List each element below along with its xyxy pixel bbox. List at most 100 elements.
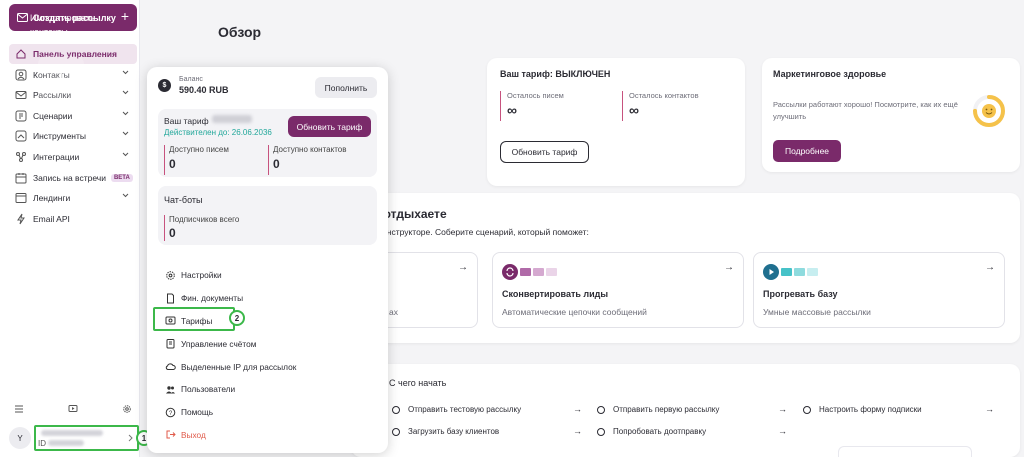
task-label: Попробовать доотправку — [613, 427, 707, 436]
subscribers-stat: Подписчиков всего 0 — [164, 215, 239, 241]
chevron-down-icon — [122, 111, 129, 115]
home-icon — [16, 49, 26, 59]
subscribers-label: Подписчиков всего — [169, 215, 240, 224]
marketing-health-card: Маркетинговое здоровье Рассылки работают… — [762, 58, 1020, 172]
sidebar-item-tools[interactable]: Инструменты — [9, 126, 137, 146]
available-emails-label: Доступно писем — [169, 145, 229, 154]
import-contacts-line2: контакты — [30, 27, 68, 37]
avatar[interactable]: Y — [9, 427, 31, 449]
tariff-valid-until: Действителен до: 26.06.2036 — [164, 128, 272, 137]
task-setup-form[interactable]: Настроить форму подписки — [803, 405, 922, 414]
user-id-label: ID — [38, 439, 46, 448]
update-tariff-button[interactable]: Обновить тариф — [288, 116, 371, 137]
user-account-button[interactable]: ID — [34, 425, 139, 451]
available-emails-stat: Доступно писем 0 — [164, 145, 229, 175]
task-label: Отправить тестовую рассылку — [408, 405, 522, 414]
menu-item-help[interactable]: ? Помощь — [165, 401, 375, 424]
calendar-icon — [15, 172, 27, 184]
menu-item-label: Управление счётом — [181, 338, 257, 349]
menu-item-logout[interactable]: Выход — [165, 424, 375, 447]
sidebar-item-integrations[interactable]: Интеграции — [9, 147, 137, 167]
arrow-right-icon[interactable]: → — [573, 404, 582, 414]
sidebar-item-label: Инструменты — [33, 131, 87, 142]
scenarios-card: ы отдыхаете м конструкторе. Соберите сце… — [350, 193, 1020, 343]
task-label: Настроить форму подписки — [819, 405, 922, 414]
task-send-first[interactable]: Отправить первую рассылку — [597, 405, 719, 414]
scenario-tile-warm-base[interactable]: → Прогревать базу Умные массовые рассылк… — [753, 252, 1005, 328]
menu-item-settings[interactable]: Настройки — [165, 264, 375, 287]
envelope-icon — [546, 268, 557, 276]
sidebar-item-label: Интеграции — [33, 151, 80, 162]
users-icon — [166, 386, 175, 394]
chevron-down-icon — [122, 70, 129, 74]
floating-widget-edge — [838, 446, 972, 457]
scenario-desc: Умные массовые рассылки — [763, 307, 871, 317]
sidebar-item-scenarios[interactable]: Сценарии — [9, 106, 137, 126]
collapse-sidebar-icon[interactable] — [14, 404, 24, 414]
health-title: Маркетинговое здоровье — [773, 69, 887, 79]
step-marker-2: 2 — [229, 310, 245, 326]
arrow-right-icon[interactable]: → — [985, 404, 994, 414]
scenario-tile-convert-leads[interactable]: → Сконвертировать лиды Автоматические це… — [492, 252, 744, 328]
menu-item-dedicated-ip[interactable]: Выделенные IP для рассылок — [165, 355, 375, 378]
balance-label: Баланс — [179, 76, 203, 83]
arrow-right-icon: → — [985, 262, 995, 273]
circle-icon — [597, 405, 605, 414]
top-up-button[interactable]: Пополнить — [315, 77, 377, 98]
menu-item-label: Пользователи — [181, 384, 236, 395]
video-icon[interactable] — [68, 404, 78, 414]
envelope-icon — [533, 268, 544, 276]
account-menu: Настройки Фин. документы Тарифы Управлен… — [165, 264, 375, 446]
account-dropdown: $ Баланс 590.40 RUB Пополнить Ваш тариф … — [147, 67, 388, 453]
getting-started-title: С чего начать — [389, 378, 447, 388]
user-email-redacted — [41, 430, 103, 436]
balance-row: $ Баланс 590.40 RUB — [158, 76, 229, 95]
arrow-right-icon: → — [458, 262, 468, 273]
scenario-title: Сконвертировать лиды — [502, 289, 609, 299]
scenario-desc: ах — [389, 307, 398, 317]
sidebar-bottom-toolbar — [14, 404, 132, 414]
sidebar-item-email-api[interactable]: Email API — [9, 209, 137, 229]
tools-icon — [15, 130, 27, 142]
gear-icon[interactable] — [122, 404, 132, 414]
sidebar-item-landings[interactable]: Лендинги — [9, 188, 137, 208]
contacts-left-value: ∞ — [629, 102, 639, 118]
chevron-down-icon — [122, 152, 129, 157]
envelope-icon — [807, 268, 818, 276]
help-icon: ? — [165, 407, 176, 417]
envelope-icon — [520, 268, 531, 276]
task-send-test[interactable]: Отправить тестовую рассылку — [392, 405, 521, 414]
emails-left-value: ∞ — [507, 102, 517, 118]
page-title: Обзор — [218, 24, 262, 40]
user-id-redacted — [48, 440, 84, 446]
task-label: Отправить первую рассылку — [613, 405, 720, 414]
envelope-icon — [794, 268, 805, 276]
sidebar-item-meetings[interactable]: Запись на встречи BETA — [9, 168, 137, 188]
available-contacts-label: Доступно контактов — [273, 145, 347, 154]
gear-icon — [166, 271, 175, 280]
user-profile-row[interactable]: Y ID — [9, 425, 139, 451]
update-tariff-button[interactable]: Обновить тариф — [500, 141, 589, 163]
menu-item-label: Помощь — [181, 407, 214, 418]
getting-started-card: С чего начать Отправить тестовую рассылк… — [351, 364, 1020, 457]
scenario-icons — [502, 264, 557, 280]
tariff-card: Ваш тариф: ВЫКЛЮЧЕН Осталось писем ∞ Ост… — [487, 58, 745, 186]
arrow-right-icon[interactable]: → — [778, 404, 787, 414]
import-contacts-label: Импортировать контакты — [30, 11, 95, 39]
cloud-icon — [165, 363, 176, 371]
sidebar-item-label: Сценарии — [33, 110, 73, 121]
arrow-right-icon[interactable]: → — [573, 426, 582, 436]
task-try-resend[interactable]: Попробовать доотправку — [597, 427, 706, 436]
chevron-down-icon — [122, 132, 129, 136]
beta-badge: BETA — [110, 173, 133, 182]
menu-item-label: Фин. документы — [181, 293, 244, 304]
details-button[interactable]: Подробнее — [773, 140, 841, 162]
balance-coin-icon: $ — [158, 79, 171, 92]
menu-item-label: Настройки — [181, 270, 222, 281]
menu-item-users[interactable]: Пользователи — [165, 378, 375, 401]
menu-item-account-management[interactable]: Управление счётом — [165, 332, 375, 355]
tariff-title: Ваш тариф: ВЫКЛЮЧЕН — [500, 69, 611, 79]
arrow-right-icon[interactable]: → — [778, 426, 787, 436]
task-upload-base[interactable]: Загрузить базу клиентов — [392, 427, 499, 436]
plus-icon: + — [120, 8, 129, 24]
